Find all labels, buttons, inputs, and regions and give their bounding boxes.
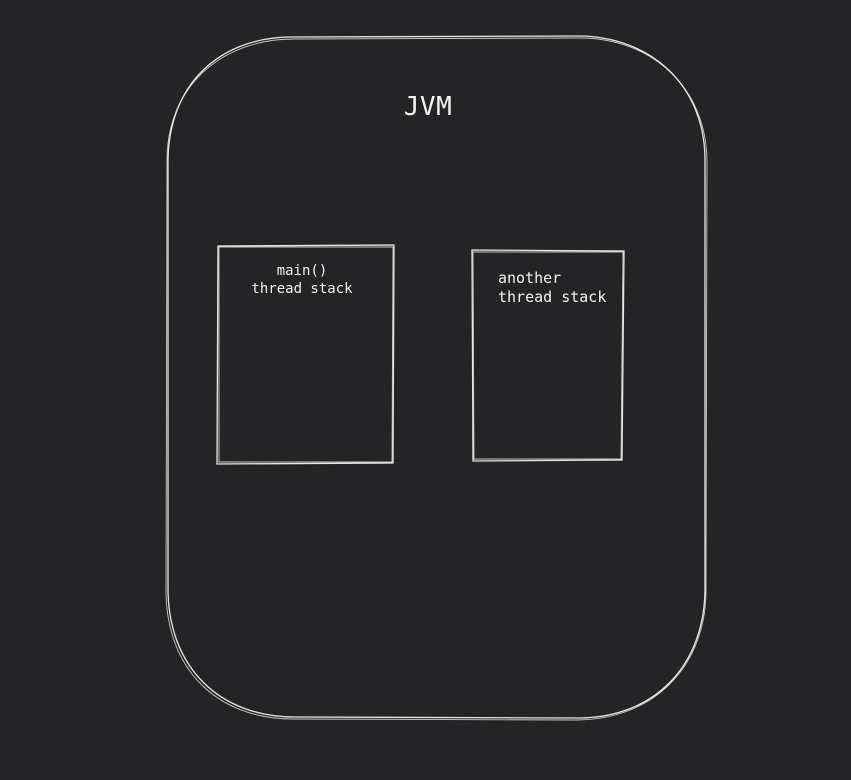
diagram-canvas: JVM main() thread stack another thread s… xyxy=(0,0,851,780)
another-label-line1: another xyxy=(498,269,562,287)
jvm-container xyxy=(165,35,708,721)
main-thread-stack-label: main() thread stack xyxy=(222,262,382,298)
another-label-line2: thread stack xyxy=(498,288,607,306)
another-thread-stack-label: another thread stack xyxy=(498,269,623,307)
main-label-line1: main() xyxy=(276,263,328,279)
jvm-title: JVM xyxy=(403,92,453,122)
main-label-line2: thread stack xyxy=(251,281,353,297)
